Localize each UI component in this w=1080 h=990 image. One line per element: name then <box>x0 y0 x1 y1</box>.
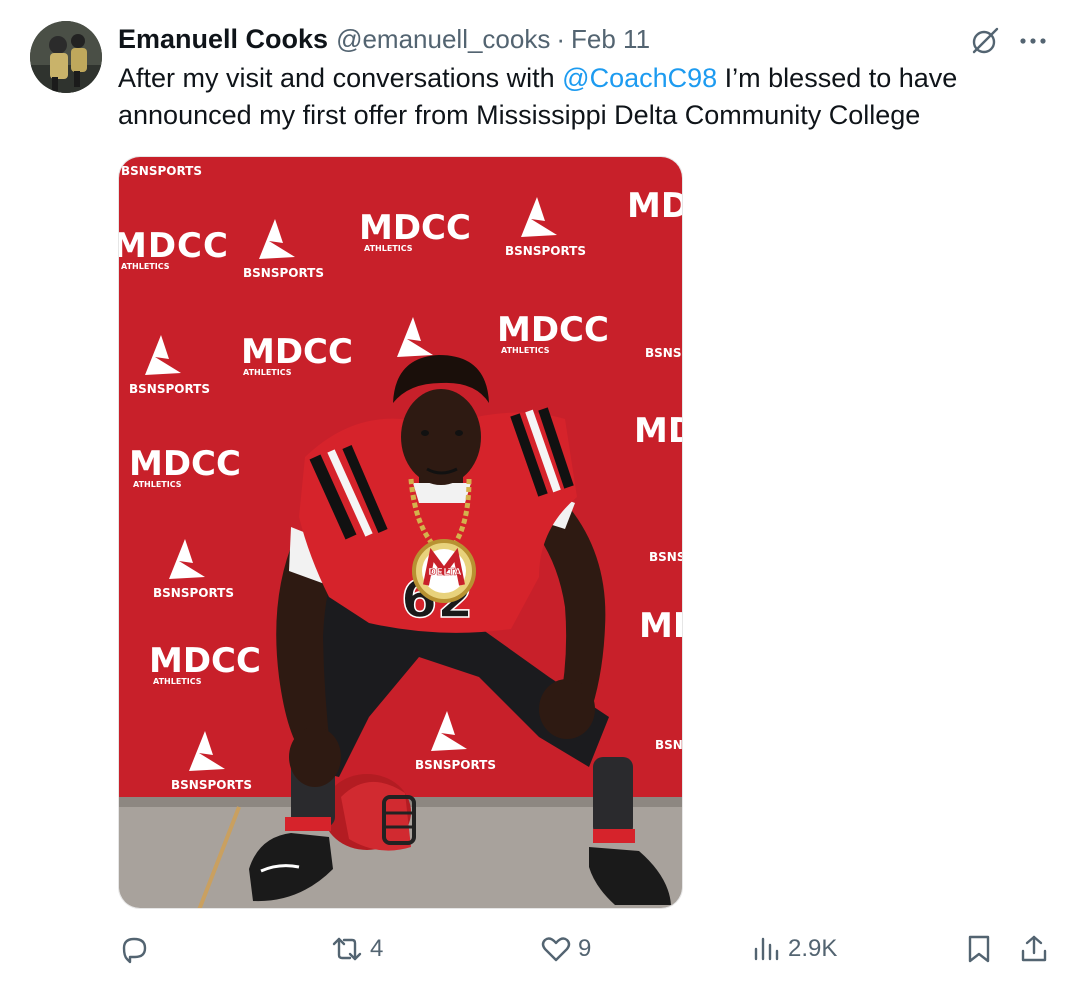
backdrop-logo-bsn: BSNSPORTS <box>655 738 683 752</box>
backdrop-logo-mdcc-sub: ATHLETICS <box>121 262 170 271</box>
backdrop-logo-mdcc: MDCC <box>149 641 261 681</box>
like-count: 9 <box>578 935 592 962</box>
share-button[interactable] <box>1018 922 1050 976</box>
views-icon <box>752 933 782 965</box>
retweet-icon <box>330 933 364 965</box>
backdrop-logo-bsn: BSNSPORTS <box>649 550 683 564</box>
backdrop-logo-bsn: BSNSPORTS <box>121 164 202 178</box>
post-date[interactable]: Feb 11 <box>571 24 650 55</box>
backdrop-logo-mdcc: MDCC <box>497 310 609 350</box>
avatar[interactable] <box>30 21 102 93</box>
author-name[interactable]: Emanuell Cooks <box>118 24 328 55</box>
tweet-header: Emanuell Cooks @emanuell_cooks · Feb 11 <box>118 22 650 56</box>
backdrop-logo-bsn: BSNSPORTS <box>129 382 210 396</box>
reply-icon <box>118 933 150 965</box>
retweet-button[interactable]: 4 <box>330 922 383 976</box>
grok-icon[interactable] <box>968 24 1002 58</box>
views-button[interactable]: 2.9K <box>752 922 837 976</box>
medallion-text: DELTA <box>428 567 462 578</box>
retweet-count: 4 <box>370 935 384 962</box>
mention-link[interactable]: @CoachC98 <box>562 63 717 93</box>
tweet-text: After my visit and conversations with @C… <box>118 60 1038 134</box>
backdrop-logo-mdcc-sub: ATHLETICS <box>364 244 413 253</box>
tweet-card[interactable]: Emanuell Cooks @emanuell_cooks · Feb 11 … <box>0 0 1080 990</box>
backdrop-logo-mdcc: MDCC <box>119 226 229 266</box>
backdrop-logo-mdcc: MDCC <box>634 411 683 451</box>
more-icon[interactable] <box>1016 24 1050 58</box>
backdrop-logo-mdcc: MDCC <box>627 186 683 226</box>
backdrop-logo-bsn: BSNSPORTS <box>415 758 496 772</box>
backdrop-logo-mdcc-sub: ATHLETICS <box>153 677 202 686</box>
backdrop-logo-bsn: BSNSPORTS <box>243 266 324 280</box>
bookmark-button[interactable] <box>964 922 994 976</box>
backdrop-logo-bsn: BSNSPORTS <box>153 586 234 600</box>
backdrop-logo-bsn: BSNSPORTS <box>505 244 586 258</box>
like-icon <box>540 933 572 965</box>
backdrop-logo-mdcc: MDCC <box>129 444 241 484</box>
backdrop-logo-bsn: BSNSPORTS <box>171 778 252 792</box>
backdrop-logo-mdcc-sub: ATHLETICS <box>501 346 550 355</box>
tweet-text-start: After my visit and conversations with <box>118 63 563 93</box>
backdrop-logo-bsn: BSNSPORTS <box>645 346 683 360</box>
reply-button[interactable] <box>118 922 156 976</box>
bookmark-icon <box>964 933 994 965</box>
separator: · <box>556 23 566 54</box>
views-count: 2.9K <box>788 935 838 962</box>
backdrop-logo-mdcc: MDCC <box>639 606 683 646</box>
backdrop-logo-mdcc: MDCC <box>359 208 471 248</box>
backdrop-logo-mdcc-sub: ATHLETICS <box>133 480 182 489</box>
backdrop-logo-mdcc: MDCC <box>241 332 353 372</box>
action-bar: 4 9 2.9K <box>0 922 1080 976</box>
share-icon <box>1018 933 1050 965</box>
like-button[interactable]: 9 <box>540 922 591 976</box>
tweet-photo[interactable]: MDCC ATHLETICS MDCC ATHLETICS MDCC MDCC … <box>118 156 683 909</box>
author-handle[interactable]: @emanuell_cooks <box>336 24 550 55</box>
backdrop-logo-mdcc-sub: ATHLETICS <box>243 368 292 377</box>
